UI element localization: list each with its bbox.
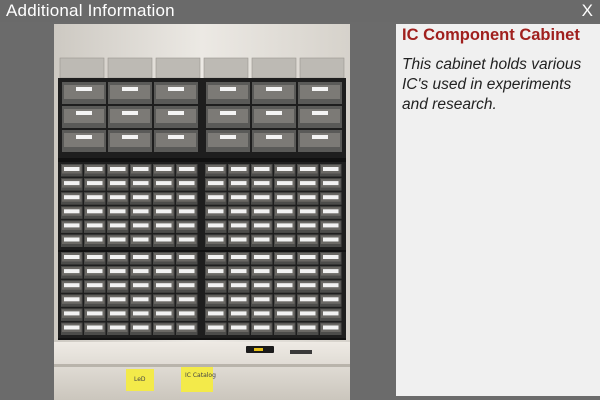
info-panel: IC Component Cabinet This cabinet holds … [396,24,600,396]
cabinet-photo: LeD IC Catalog [54,24,350,400]
ic-chip [290,350,312,354]
sticky-note-led: LeD [126,369,154,391]
window-title: Additional Information [6,1,175,20]
sticky-note-ic-text: IC Catalog [185,372,216,379]
titlebar: Additional Information X [0,0,600,22]
info-description: This cabinet holds various IC's used in … [402,56,582,113]
sticky-note-led-text: LeD [134,376,146,383]
close-button[interactable]: X [582,1,593,21]
cabinet-photo-image: LeD IC Catalog [54,24,350,400]
info-heading: IC Component Cabinet [402,26,580,44]
sticky-note-ic: IC Catalog [181,367,216,392]
